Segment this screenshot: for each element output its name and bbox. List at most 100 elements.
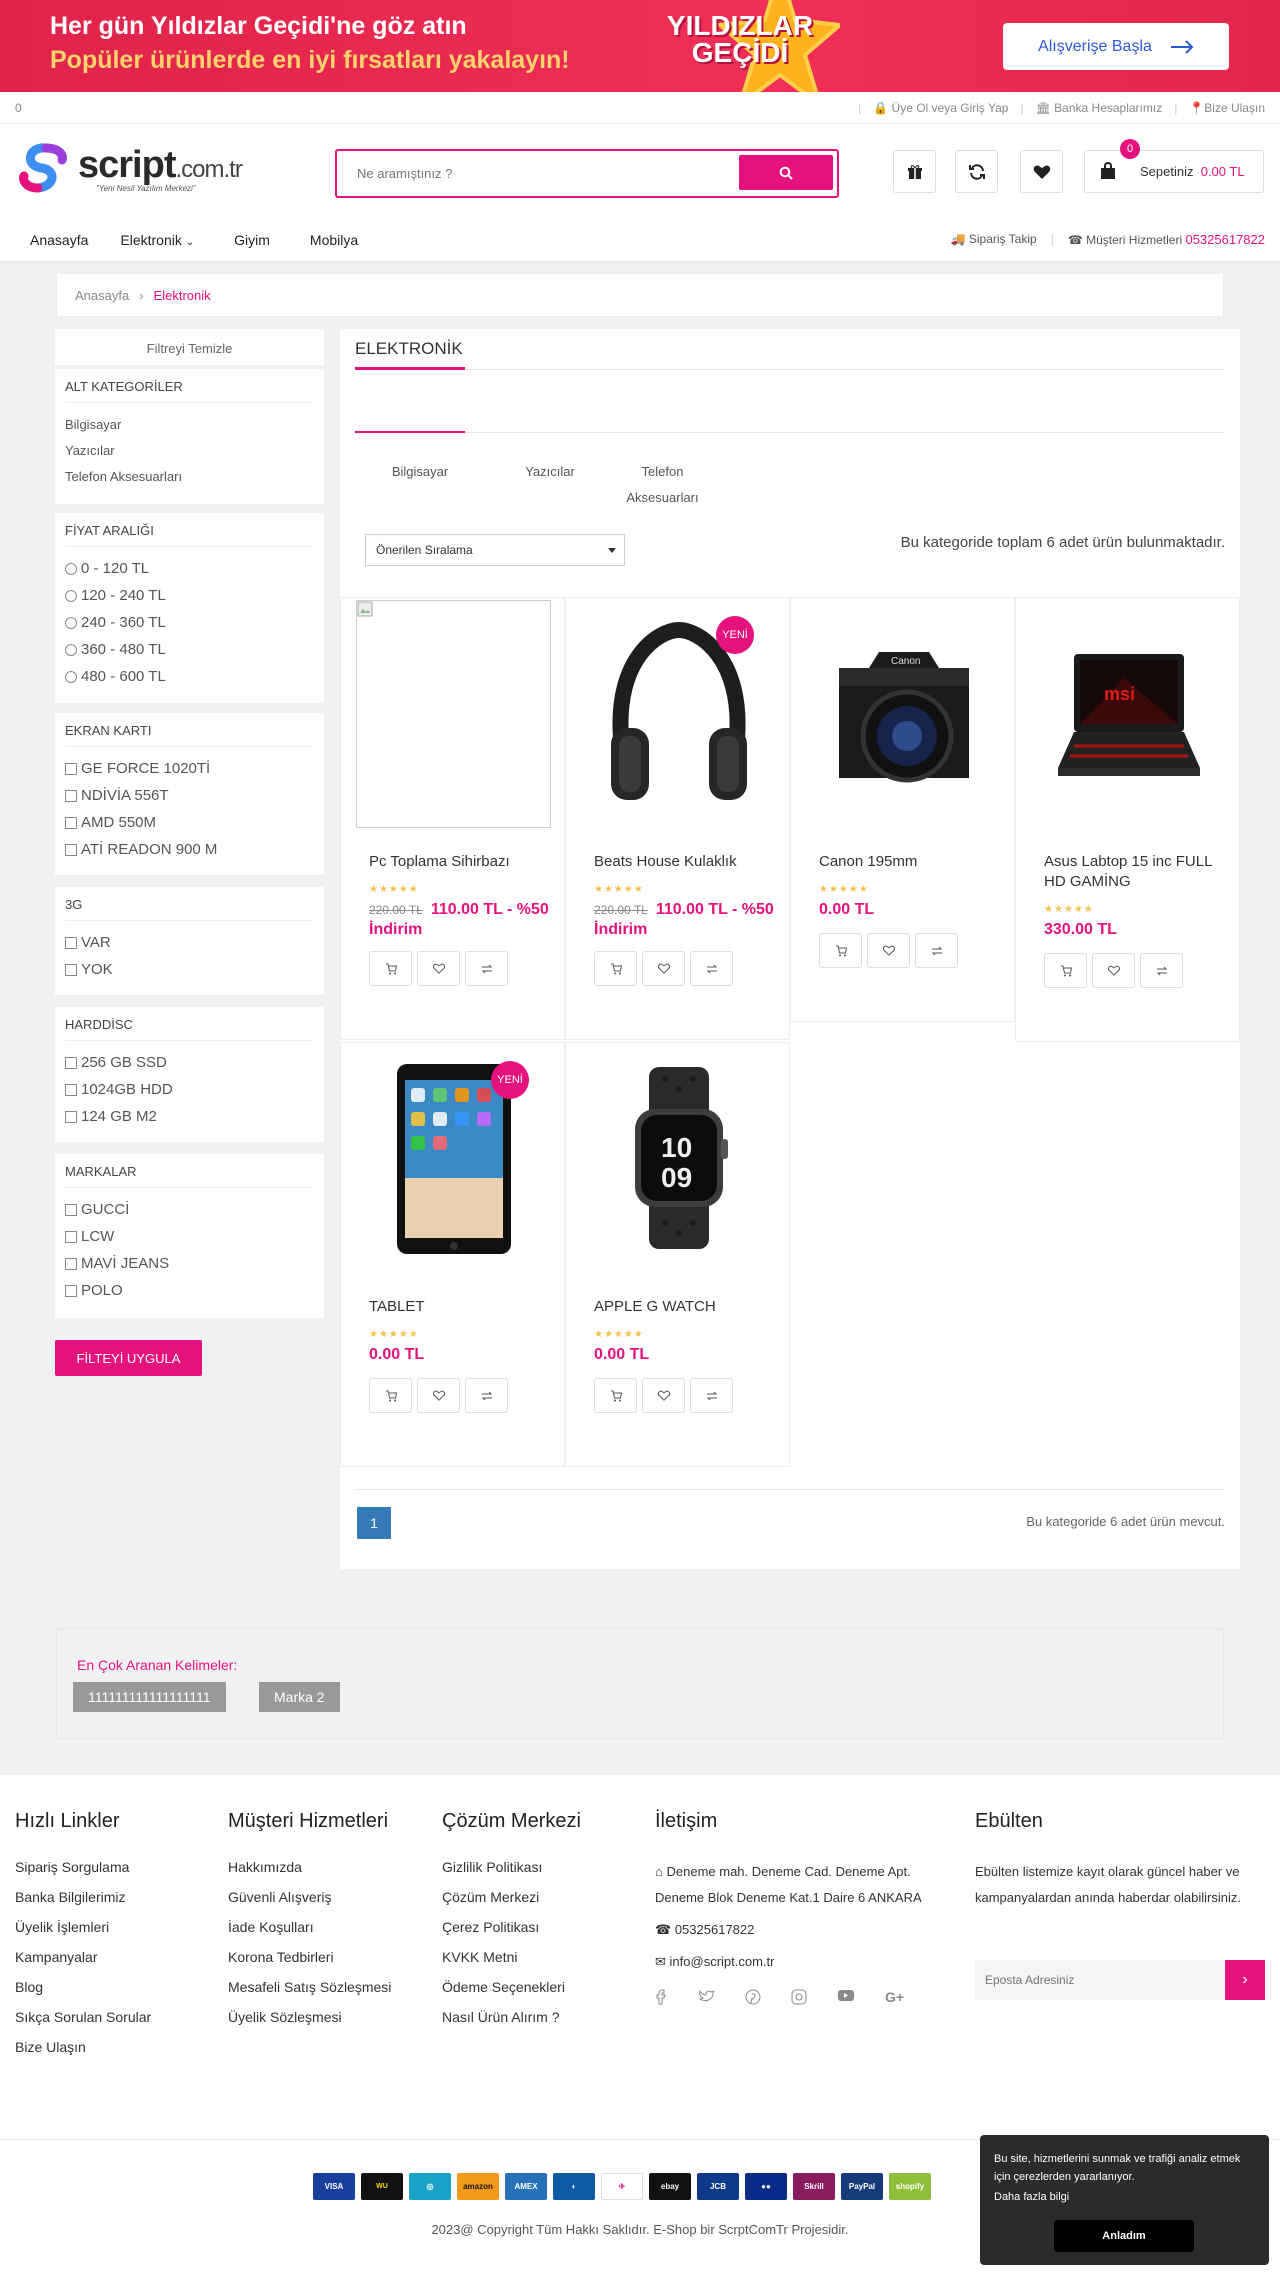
price-option[interactable]: 120 - 240 TL — [65, 582, 314, 609]
footer-link[interactable]: Hakkımızda — [228, 1859, 391, 1889]
subcategory-item[interactable]: Yazıcılar — [65, 437, 314, 463]
footer-link[interactable]: Gizlilik Politikası — [442, 1859, 581, 1889]
checkbox-icon[interactable] — [65, 963, 77, 976]
add-to-cart-button[interactable] — [1044, 953, 1087, 988]
add-to-wishlist-button[interactable] — [417, 951, 460, 986]
checkbox-icon[interactable] — [65, 1257, 77, 1270]
checkbox-icon[interactable] — [65, 816, 77, 829]
subcategory-tab[interactable]: Yazıcılar — [485, 459, 615, 511]
shop-now-button[interactable]: Alışverişe Başla — [1003, 23, 1229, 70]
product-card[interactable]: YENİ Beats House Kulaklık ★★★★★ 220.00 T… — [565, 597, 790, 1040]
breadcrumb-home[interactable]: Anasayfa — [75, 288, 129, 303]
checkbox-icon[interactable] — [65, 936, 77, 949]
price-option[interactable]: 480 - 600 TL — [65, 663, 314, 690]
checkbox-icon[interactable] — [65, 1284, 77, 1297]
keyword-tag[interactable]: 111111111111111111 — [73, 1682, 226, 1712]
radio-icon[interactable] — [65, 616, 77, 629]
facebook-icon[interactable] — [655, 1989, 669, 2019]
checkbox-icon[interactable] — [65, 762, 77, 775]
add-to-cart-button[interactable] — [369, 1378, 412, 1413]
add-to-cart-button[interactable] — [819, 933, 862, 968]
broken-image-icon[interactable] — [356, 600, 551, 828]
product-card[interactable]: 10 09 APPLE G WATCH ★★★★★ 0.00 TL — [565, 1042, 790, 1467]
cookie-more-link[interactable]: Daha fazla bilgi — [994, 2191, 1255, 2203]
radio-icon[interactable] — [65, 589, 77, 602]
compare-button[interactable] — [955, 150, 998, 193]
add-to-cart-button[interactable] — [594, 951, 637, 986]
footer-link[interactable]: KVKK Metni — [442, 1949, 581, 1979]
footer-link[interactable]: İade Koşulları — [228, 1919, 391, 1949]
product-name[interactable]: Canon 195mm — [819, 852, 989, 872]
price-option[interactable]: 240 - 360 TL — [65, 609, 314, 636]
compare-button[interactable] — [1140, 953, 1183, 988]
radio-icon[interactable] — [65, 562, 77, 575]
nav-furniture[interactable]: Mobilya — [310, 232, 358, 248]
footer-link[interactable]: Güvenli Alışveriş — [228, 1889, 391, 1919]
brand-option[interactable]: MAVİ JEANS — [65, 1250, 314, 1277]
footer-link[interactable]: Çözüm Merkezi — [442, 1889, 581, 1919]
3g-option[interactable]: VAR — [65, 929, 314, 956]
product-card[interactable]: Pc Toplama Sihirbazı ★★★★★ 220.00 TL 110.… — [340, 597, 565, 1040]
checkbox-icon[interactable] — [65, 1203, 77, 1216]
checkbox-icon[interactable] — [65, 1230, 77, 1243]
add-to-cart-button[interactable] — [594, 1378, 637, 1413]
brand-option[interactable]: LCW — [65, 1223, 314, 1250]
footer-link[interactable]: Nasıl Ürün Alırım ? — [442, 2009, 581, 2039]
product-card[interactable]: msi Asus Labtop 15 inc FULL HD GAMİNG ★★… — [1015, 597, 1240, 1042]
youtube-icon[interactable] — [837, 1989, 855, 2019]
nav-electronics[interactable]: Elektronik ⌄ — [120, 232, 194, 248]
footer-link[interactable]: Korona Tedbirleri — [228, 1949, 391, 1979]
apply-filter-button[interactable]: FİLTEYİ UYGULA — [55, 1340, 202, 1376]
footer-link[interactable]: Blog — [15, 1979, 151, 2009]
bank-accounts-link[interactable]: 🏛 Banka Hesaplarımız — [1036, 101, 1163, 115]
compare-button[interactable] — [690, 951, 733, 986]
cart-button[interactable]: 0 Sepetiniz 0.00 TL — [1084, 139, 1264, 193]
search-button[interactable] — [739, 155, 833, 190]
footer-link[interactable]: Üyelik Sözleşmesi — [228, 2009, 391, 2039]
compare-button[interactable] — [915, 933, 958, 968]
footer-link[interactable]: Sipariş Sorgulama — [15, 1859, 151, 1889]
gpu-option[interactable]: NDİVİA 556T — [65, 782, 314, 809]
add-to-wishlist-button[interactable] — [1092, 953, 1135, 988]
footer-link[interactable]: Kampanyalar — [15, 1949, 151, 1979]
product-name[interactable]: TABLET — [369, 1297, 539, 1317]
radio-icon[interactable] — [65, 670, 77, 683]
subcategory-tab[interactable]: Bilgisayar — [355, 459, 485, 511]
twitter-icon[interactable] — [698, 1989, 715, 2019]
brand-option[interactable]: POLO — [65, 1277, 314, 1304]
wishlist-button[interactable] — [1020, 150, 1063, 193]
sort-select[interactable]: Önerilen Sıralama — [365, 534, 625, 566]
gpu-option[interactable]: GE FORCE 1020Tİ — [65, 755, 314, 782]
checkbox-icon[interactable] — [65, 1083, 77, 1096]
customer-service-link[interactable]: ☎ Müşteri Hizmetleri 05325617822 — [1068, 232, 1265, 247]
subcategory-item[interactable]: Telefon Aksesuarları — [65, 463, 314, 489]
promo-banner[interactable]: Her gün Yıldızlar Geçidi'ne göz atın Pop… — [0, 0, 1280, 92]
instagram-icon[interactable] — [791, 1989, 807, 2019]
compare-button[interactable] — [465, 951, 508, 986]
watch-image[interactable]: 10 09 — [581, 1043, 776, 1273]
contact-link[interactable]: 📍Bize Ulaşın — [1189, 101, 1265, 115]
pagination-page[interactable]: 1 — [357, 1507, 391, 1539]
compare-button[interactable] — [690, 1378, 733, 1413]
hdd-option[interactable]: 256 GB SSD — [65, 1049, 314, 1076]
hdd-option[interactable]: 124 GB M2 — [65, 1103, 314, 1130]
search-input[interactable] — [337, 151, 737, 196]
add-to-wishlist-button[interactable] — [417, 1378, 460, 1413]
laptop-image[interactable]: msi — [1031, 598, 1226, 828]
3g-option[interactable]: YOK — [65, 956, 314, 983]
add-to-wishlist-button[interactable] — [867, 933, 910, 968]
footer-link[interactable]: Sıkça Sorulan Sorular — [15, 2009, 151, 2039]
google-plus-icon[interactable]: G+ — [885, 1989, 904, 2019]
footer-link[interactable]: Ödeme Seçenekleri — [442, 1979, 581, 2009]
footer-link[interactable]: Bize Ulaşın — [15, 2039, 151, 2069]
hdd-option[interactable]: 1024GB HDD — [65, 1076, 314, 1103]
nav-home[interactable]: Anasayfa — [30, 232, 88, 248]
site-logo[interactable]: script.com.tr "Yeni Nesil Yazılım Merkez… — [16, 140, 276, 196]
keyword-tag[interactable]: Marka 2 — [259, 1682, 340, 1712]
checkbox-icon[interactable] — [65, 843, 77, 856]
footer-link[interactable]: Banka Bilgilerimiz — [15, 1889, 151, 1919]
price-option[interactable]: 360 - 480 TL — [65, 636, 314, 663]
gift-button[interactable] — [893, 150, 936, 193]
price-option[interactable]: 0 - 120 TL — [65, 555, 314, 582]
register-login-link[interactable]: 🔒 Üye Ol veya Giriş Yap — [873, 101, 1008, 115]
